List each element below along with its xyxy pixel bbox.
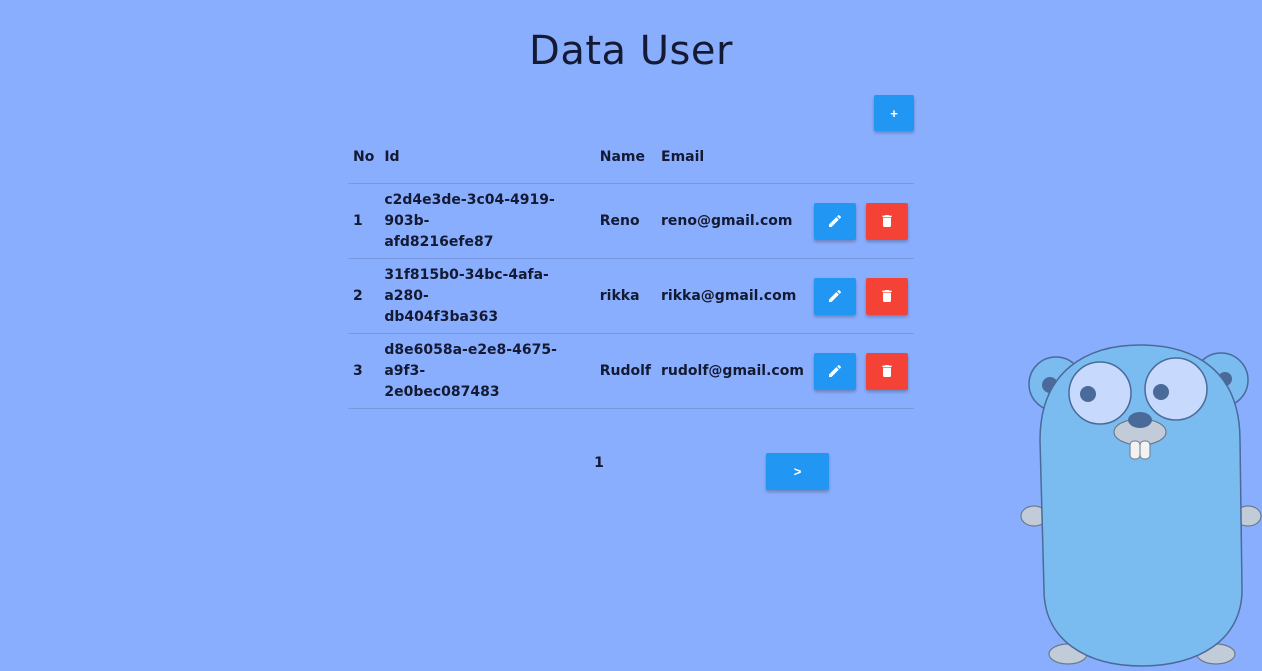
users-table: No Id Name Email 1 c2d4e3de-3c04-4919-90… [348, 131, 914, 409]
pencil-icon [828, 289, 841, 302]
column-header-no: No [348, 131, 380, 184]
page-title: Data User [529, 28, 733, 74]
delete-button[interactable] [865, 352, 908, 390]
row-name: Reno [594, 183, 657, 259]
row-email: rikka@gmail.com [656, 258, 809, 334]
delete-button[interactable] [865, 277, 908, 315]
pencil-icon [828, 214, 841, 227]
row-id-line: d8e6058a-e2e8-4675-a9f3- [384, 341, 557, 379]
row-actions [808, 333, 914, 409]
row-id: 31f815b0-34bc-4afa-a280- db404f3ba363 [379, 258, 595, 334]
page: Data User + No Id Name Email 1 c2d4e3de-… [0, 0, 1262, 671]
add-user-button[interactable]: + [874, 95, 914, 131]
row-email: reno@gmail.com [656, 183, 809, 259]
row-actions [808, 183, 914, 259]
current-page-number[interactable]: 1 [592, 455, 606, 471]
row-id-line: 31f815b0-34bc-4afa-a280- [384, 266, 549, 304]
table-row: 3 d8e6058a-e2e8-4675-a9f3- 2e0bec087483 R… [348, 333, 914, 409]
edit-button[interactable] [813, 202, 856, 240]
column-header-id: Id [379, 131, 595, 184]
column-header-email: Email [656, 131, 809, 184]
table-header-row: No Id Name Email [348, 131, 914, 184]
edit-button[interactable] [813, 352, 856, 390]
trash-icon [882, 215, 892, 227]
trash-icon [882, 365, 892, 377]
row-id: d8e6058a-e2e8-4675-a9f3- 2e0bec087483 [379, 333, 595, 409]
row-number: 2 [348, 258, 380, 334]
row-name: Rudolf [594, 333, 657, 409]
row-actions [808, 258, 914, 334]
trash-icon [882, 290, 892, 302]
edit-button[interactable] [813, 277, 856, 315]
delete-button[interactable] [865, 202, 908, 240]
gopher-mascot [1020, 344, 1262, 667]
row-id: c2d4e3de-3c04-4919-903b-afd8216efe87 [379, 183, 595, 259]
row-id-line: 2e0bec087483 [384, 383, 500, 400]
pencil-icon [828, 364, 841, 377]
table-row: 2 31f815b0-34bc-4afa-a280- db404f3ba363 r… [348, 258, 914, 334]
next-page-button[interactable]: > [766, 453, 829, 490]
row-id-line: c2d4e3de-3c04-4919-903b- [384, 191, 555, 229]
row-id-line: afd8216efe87 [384, 233, 494, 250]
row-number: 3 [348, 333, 380, 409]
row-id-line: db404f3ba363 [384, 308, 499, 325]
column-header-actions [808, 131, 914, 184]
table-row: 1 c2d4e3de-3c04-4919-903b-afd8216efe87 R… [348, 183, 914, 259]
row-number: 1 [348, 183, 380, 259]
row-email: rudolf@gmail.com [656, 333, 809, 409]
column-header-name: Name [594, 131, 657, 184]
row-name: rikka [594, 258, 657, 334]
